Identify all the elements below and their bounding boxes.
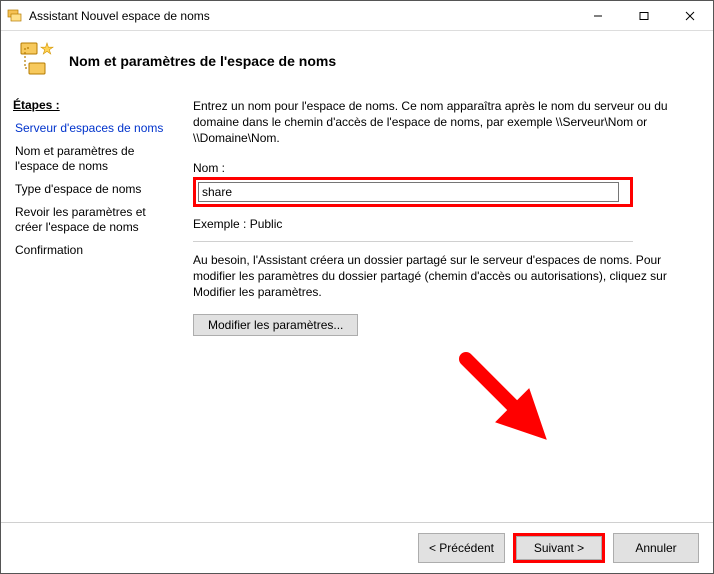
steps-heading: Étapes : (13, 98, 173, 112)
maximize-button[interactable] (621, 1, 667, 31)
window-title: Assistant Nouvel espace de noms (29, 9, 575, 23)
wizard-body: Étapes : Serveur d'espaces de noms Nom e… (1, 94, 713, 522)
step-review-create[interactable]: Revoir les paramètres et créer l'espace … (13, 202, 173, 238)
titlebar: Assistant Nouvel espace de noms (1, 1, 713, 31)
name-input-highlight (193, 177, 633, 207)
main-content: Entrez un nom pour l'espace de noms. Ce … (181, 94, 713, 522)
instruction-text: Entrez un nom pour l'espace de noms. Ce … (193, 98, 689, 147)
cancel-button[interactable]: Annuler (613, 533, 699, 563)
help-text: Au besoin, l'Assistant créera un dossier… (193, 252, 689, 301)
modify-settings-button[interactable]: Modifier les paramètres... (193, 314, 358, 336)
next-button[interactable]: Suivant > (516, 536, 602, 560)
namespace-name-input[interactable] (198, 182, 619, 202)
page-title: Nom et paramètres de l'espace de noms (69, 53, 336, 69)
divider (193, 241, 633, 242)
wizard-app-icon (7, 8, 23, 24)
name-label: Nom : (193, 161, 689, 175)
next-button-highlight: Suivant > (513, 533, 605, 563)
minimize-button[interactable] (575, 1, 621, 31)
step-namespace-server[interactable]: Serveur d'espaces de noms (13, 118, 173, 139)
example-text: Exemple : Public (193, 217, 689, 231)
wizard-footer: < Précédent Suivant > Annuler (1, 522, 713, 573)
steps-sidebar: Étapes : Serveur d'espaces de noms Nom e… (1, 94, 181, 522)
previous-button[interactable]: < Précédent (418, 533, 505, 563)
step-confirmation[interactable]: Confirmation (13, 240, 173, 261)
wizard-header: Nom et paramètres de l'espace de noms (1, 31, 713, 94)
close-button[interactable] (667, 1, 713, 31)
step-name-settings[interactable]: Nom et paramètres de l'espace de noms (13, 141, 173, 177)
red-arrow-annotation (451, 344, 561, 454)
step-namespace-type[interactable]: Type d'espace de noms (13, 179, 173, 200)
namespace-icon (15, 39, 55, 82)
